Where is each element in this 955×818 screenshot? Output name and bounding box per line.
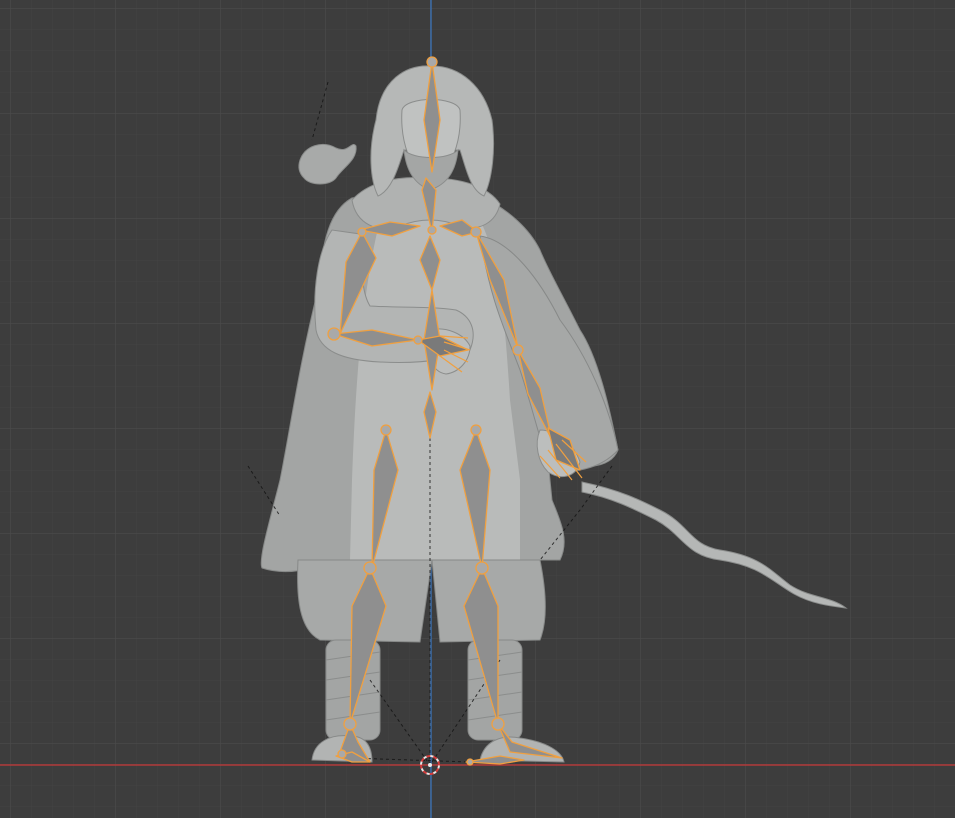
3d-viewport[interactable] <box>0 0 955 818</box>
